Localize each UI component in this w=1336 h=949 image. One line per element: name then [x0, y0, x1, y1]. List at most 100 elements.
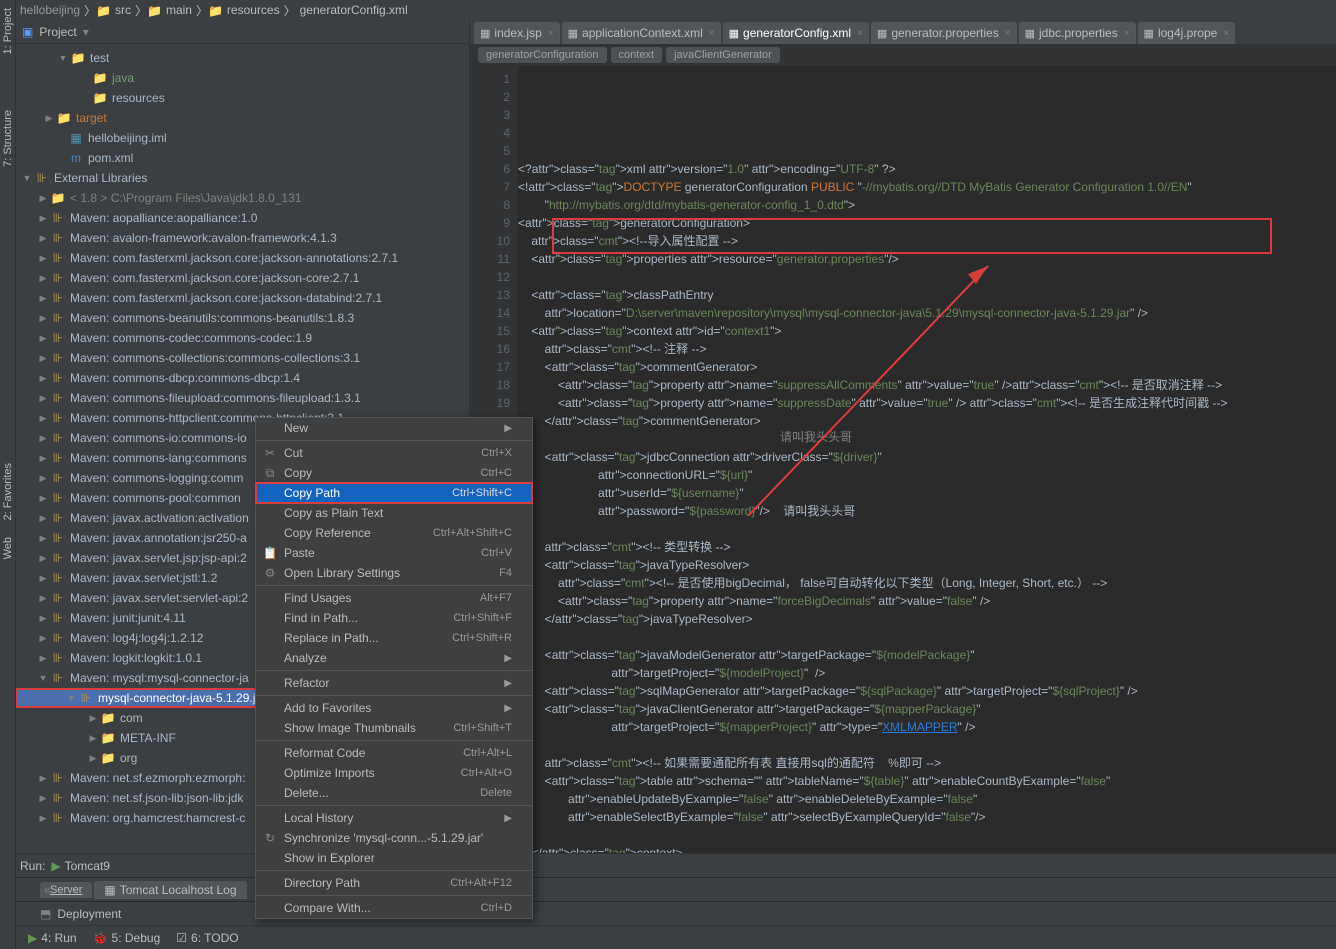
tree-lib-item[interactable]: ▶⊪Maven: com.fasterxml.jackson.core:jack… [16, 248, 469, 268]
code-editor[interactable]: 12345678910111213141516171819 请叫我头头哥 <?a… [470, 66, 1336, 853]
code-line[interactable]: attr">class="cmt"><!-- 如果需要通配所有表 直接用sql的… [518, 754, 1336, 772]
menu-item[interactable]: Show Image ThumbnailsCtrl+Shift+T [256, 718, 532, 738]
code-line[interactable]: attr">password="${password}"/> 请叫我头头哥 [518, 502, 1336, 520]
menu-item[interactable]: Refactor▶ [256, 673, 532, 693]
code-line[interactable]: <attr">class="tag">generatorConfiguratio… [518, 214, 1336, 232]
code-line[interactable]: <attr">class="tag">properties attr">reso… [518, 250, 1336, 268]
close-icon[interactable]: × [1124, 28, 1130, 39]
run-config-name[interactable]: Tomcat9 [65, 859, 110, 873]
code-line[interactable]: attr">class="cmt"><!-- 注释 --> [518, 340, 1336, 358]
menu-item[interactable]: Copy PathCtrl+Shift+C [256, 483, 532, 503]
code-line[interactable]: attr">userId="${username}" [518, 484, 1336, 502]
menu-item[interactable]: Add to Favorites▶ [256, 698, 532, 718]
breadcrumb-part[interactable]: src [115, 3, 131, 17]
code-line[interactable] [518, 268, 1336, 286]
close-icon[interactable]: × [548, 28, 554, 39]
code-line[interactable] [518, 520, 1336, 538]
menu-item[interactable]: ✂CutCtrl+X [256, 443, 532, 463]
code-line[interactable]: attr">class="cmt"><!--导入属性配置 --> [518, 232, 1336, 250]
tree-lib-item[interactable]: ▶⊪Maven: commons-beanutils:commons-beanu… [16, 308, 469, 328]
breadcrumb-item[interactable]: javaClientGenerator [666, 47, 780, 63]
tree-lib-item[interactable]: ▶⊪Maven: commons-collections:commons-col… [16, 348, 469, 368]
code-line[interactable]: "http://mybatis.org/dtd/mybatis-generato… [518, 196, 1336, 214]
code-line[interactable]: <attr">class="tag">classPathEntry [518, 286, 1336, 304]
code-line[interactable]: <attr">class="tag">javaModelGenerator at… [518, 646, 1336, 664]
editor-tab[interactable]: ▦generatorConfig.xml× [723, 22, 869, 44]
menu-item[interactable]: Compare With...Ctrl+D [256, 898, 532, 918]
code-line[interactable]: attr">targetProject="${modelProject}" /> [518, 664, 1336, 682]
bottom-tab-debug[interactable]: 🐞5: Debug [85, 929, 169, 947]
tree-lib-item[interactable]: ▶⊪Maven: com.fasterxml.jackson.core:jack… [16, 288, 469, 308]
code-line[interactable] [518, 628, 1336, 646]
menu-item[interactable]: Replace in Path...Ctrl+Shift+R [256, 628, 532, 648]
code-content[interactable]: 请叫我头头哥 <?attr">class="tag">xml attr">ver… [518, 66, 1336, 853]
close-icon[interactable]: × [709, 28, 715, 39]
code-line[interactable]: <attr">class="tag">property attr">name="… [518, 376, 1336, 394]
editor-tab[interactable]: ▦index.jsp× [474, 22, 560, 44]
tree-lib-item[interactable]: ▶⊪Maven: com.fasterxml.jackson.core:jack… [16, 268, 469, 288]
editor-tab[interactable]: ▦jdbc.properties× [1019, 22, 1136, 44]
tree-lib-item[interactable]: ▶⊪Maven: avalon-framework:avalon-framewo… [16, 228, 469, 248]
editor-tab[interactable]: ▦applicationContext.xml× [562, 22, 721, 44]
left-tab-structure[interactable]: 7: Structure [0, 102, 16, 175]
code-line[interactable]: <attr">class="tag">table attr">schema=""… [518, 772, 1336, 790]
bottom-tab-run[interactable]: ▶4: Run [20, 929, 85, 947]
code-line[interactable]: <attr">class="tag">property attr">name="… [518, 394, 1336, 412]
close-icon[interactable]: × [857, 28, 863, 39]
server-tab-log[interactable]: ▦Tomcat Localhost Log [94, 881, 246, 899]
code-line[interactable]: attr">enableSelectByExample="false" attr… [518, 808, 1336, 826]
menu-item[interactable]: ↻Synchronize 'mysql-conn...-5.1.29.jar' [256, 828, 532, 848]
dropdown-icon[interactable]: ▾ [83, 25, 89, 39]
tree-lib-item[interactable]: ▶⊪Maven: aopalliance:aopalliance:1.0 [16, 208, 469, 228]
code-line[interactable]: <attr">class="tag">javaClientGenerator a… [518, 700, 1336, 718]
menu-item[interactable]: Analyze▶ [256, 648, 532, 668]
editor-tab[interactable]: ▦log4j.prope× [1138, 22, 1236, 44]
code-line[interactable]: attr">connectionURL="${url}" [518, 466, 1336, 484]
menu-item[interactable]: Show in Explorer [256, 848, 532, 868]
code-line[interactable]: attr">enableUpdateByExample="false" attr… [518, 790, 1336, 808]
menu-item[interactable]: Optimize ImportsCtrl+Alt+O [256, 763, 532, 783]
menu-item[interactable]: ⚙Open Library SettingsF4 [256, 563, 532, 583]
code-line[interactable]: </attr">class="tag">commentGenerator> [518, 412, 1336, 430]
code-line[interactable]: attr">class="cmt"><!-- 是否使用bigDecimal， f… [518, 574, 1336, 592]
close-icon[interactable]: × [1223, 28, 1229, 39]
code-line[interactable]: <attr">class="tag">sqlMapGenerator attr"… [518, 682, 1336, 700]
menu-item[interactable]: Directory PathCtrl+Alt+F12 [256, 873, 532, 893]
code-line[interactable]: <?attr">class="tag">xml attr">version="1… [518, 160, 1336, 178]
breadcrumb-part[interactable]: main [166, 3, 192, 17]
menu-item[interactable]: Copy ReferenceCtrl+Alt+Shift+C [256, 523, 532, 543]
menu-item[interactable]: New▶ [256, 418, 532, 438]
breadcrumb-part[interactable]: resources [227, 3, 280, 17]
close-icon[interactable]: × [1005, 28, 1011, 39]
code-line[interactable] [518, 736, 1336, 754]
code-line[interactable] [518, 430, 1336, 448]
tree-folder-resources[interactable]: 📁resources [16, 88, 469, 108]
breadcrumb-project[interactable]: hellobeijing [20, 3, 80, 17]
tree-folder-java[interactable]: 📁java [16, 68, 469, 88]
code-line[interactable]: <attr">class="tag">commentGenerator> [518, 358, 1336, 376]
code-line[interactable]: attr">class="cmt"><!-- 类型转换 --> [518, 538, 1336, 556]
code-line[interactable]: <!attr">class="tag">DOCTYPE generatorCon… [518, 178, 1336, 196]
breadcrumb-file[interactable]: generatorConfig.xml [300, 3, 408, 17]
code-line[interactable]: </attr">class="tag">javaTypeResolver> [518, 610, 1336, 628]
collapse-icon[interactable]: « [44, 883, 51, 897]
tree-jdk[interactable]: ▶📁< 1.8 > C:\Program Files\Java\jdk1.8.0… [16, 188, 469, 208]
breadcrumb-item[interactable]: context [611, 47, 662, 63]
tree-lib-item[interactable]: ▶⊪Maven: commons-codec:commons-codec:1.9 [16, 328, 469, 348]
menu-item[interactable]: ⧉CopyCtrl+C [256, 463, 532, 483]
menu-item[interactable]: Local History▶ [256, 808, 532, 828]
code-line[interactable] [518, 826, 1336, 844]
menu-item[interactable]: Reformat CodeCtrl+Alt+L [256, 743, 532, 763]
code-line[interactable]: <attr">class="tag">jdbcConnection attr">… [518, 448, 1336, 466]
tree-folder-target[interactable]: ▶📁target [16, 108, 469, 128]
left-tab-favorites[interactable]: 2: Favorites [0, 455, 16, 528]
code-line[interactable]: attr">targetProject="${mapperProject}" a… [518, 718, 1336, 736]
menu-item[interactable]: 📋PasteCtrl+V [256, 543, 532, 563]
tree-lib-item[interactable]: ▶⊪Maven: commons-dbcp:commons-dbcp:1.4 [16, 368, 469, 388]
menu-item[interactable]: Delete...Delete [256, 783, 532, 803]
menu-item[interactable]: Find UsagesAlt+F7 [256, 588, 532, 608]
tree-folder-test[interactable]: ▼📁test [16, 48, 469, 68]
tree-file-iml[interactable]: ▦hellobeijing.iml [16, 128, 469, 148]
menu-item[interactable]: Find in Path...Ctrl+Shift+F [256, 608, 532, 628]
breadcrumb-item[interactable]: generatorConfiguration [478, 47, 607, 63]
